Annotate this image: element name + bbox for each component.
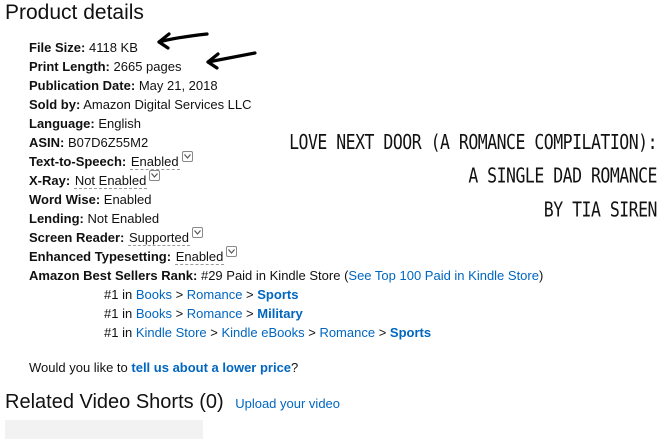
detail-label: Sold by:: [29, 97, 81, 112]
screen-reader-value[interactable]: Supported: [128, 230, 191, 246]
related-video-shorts: Related Video Shorts (0) Upload your vid…: [5, 391, 340, 414]
text-to-speech-value[interactable]: Enabled: [129, 154, 180, 170]
category-link-kindle-store[interactable]: Kindle Store: [136, 325, 207, 340]
detail-value: English: [98, 116, 141, 131]
detail-label: Screen Reader:: [29, 230, 125, 245]
rank-position: #1 in: [104, 306, 133, 321]
detail-value: Enabled: [103, 192, 152, 207]
detail-enhanced-typesetting: Enhanced Typesetting: Enabled: [29, 246, 543, 266]
detail-label: Word Wise:: [29, 192, 101, 207]
dropdown-chevron-icon[interactable]: [226, 246, 238, 257]
enhanced-typesetting-value[interactable]: Enabled: [174, 249, 225, 265]
rank-value: #29 Paid in Kindle Store (: [200, 268, 349, 283]
detail-label: ASIN:: [29, 135, 65, 150]
dropdown-chevron-icon[interactable]: [149, 170, 161, 181]
dropdown-chevron-icon[interactable]: [181, 151, 193, 162]
arrow-left-icon: [157, 32, 209, 50]
detail-label: Print Length:: [29, 59, 110, 74]
detail-label: Lending:: [29, 211, 84, 226]
category-link-sports[interactable]: Sports: [390, 325, 431, 340]
detail-file-size: File Size: 4118 KB: [29, 38, 543, 57]
detail-value: 4118 KB: [88, 40, 138, 55]
category-link-books[interactable]: Books: [136, 287, 172, 302]
detail-label: Language:: [29, 116, 95, 131]
lower-price-link[interactable]: tell us about a lower price: [131, 360, 291, 375]
lower-price-prefix: Would you like to: [29, 360, 128, 375]
x-ray-value[interactable]: Not Enabled: [73, 173, 148, 189]
arrow-left-icon: [206, 51, 257, 70]
category-link-romance[interactable]: Romance: [187, 306, 243, 321]
detail-label: Enhanced Typesetting:: [29, 249, 172, 264]
category-link-books[interactable]: Books: [136, 306, 172, 321]
video-strip-placeholder: [5, 420, 203, 439]
page-heading: Product details: [5, 1, 144, 24]
lower-price-suffix: ?: [291, 360, 299, 375]
category-link-romance[interactable]: Romance: [187, 287, 243, 302]
rank-position: #1 in: [104, 325, 133, 340]
rank-close-paren: ): [538, 268, 544, 283]
upload-video-link[interactable]: Upload your video: [235, 396, 340, 411]
see-top-100-link[interactable]: See Top 100 Paid in Kindle Store: [348, 268, 539, 283]
overlay-line-title: LOVE NEXT DOOR (A ROMANCE COMPILATION):: [289, 130, 657, 154]
detail-label: Publication Date:: [29, 78, 136, 93]
detail-best-sellers-rank: Amazon Best Sellers Rank: #29 Paid in Ki…: [29, 266, 543, 285]
dropdown-chevron-icon[interactable]: [192, 227, 204, 238]
detail-label: File Size:: [29, 40, 86, 55]
rank-sub-item: #1 in Kindle Store > Kindle eBooks > Rom…: [104, 325, 432, 340]
related-title: Related Video Shorts (0): [5, 391, 224, 413]
detail-label: Text-to-Speech:: [29, 154, 127, 169]
detail-screen-reader: Screen Reader: Supported: [29, 227, 543, 247]
book-title-overlay: LOVE NEXT DOOR (A ROMANCE COMPILATION): …: [289, 125, 657, 226]
detail-value: B07D6Z55M2: [68, 135, 149, 150]
detail-value: Amazon Digital Services LLC: [83, 97, 252, 112]
overlay-line-subtitle: A SINGLE DAD ROMANCE: [468, 163, 657, 188]
rank-sub-item: #1 in Books > Romance > Military: [104, 306, 303, 321]
detail-value: May 21, 2018: [138, 78, 218, 93]
detail-label: X-Ray:: [29, 173, 71, 188]
lower-price-prompt: Would you like to tell us about a lower …: [29, 360, 298, 375]
category-link-romance[interactable]: Romance: [319, 325, 375, 340]
detail-value: Not Enabled: [87, 211, 160, 226]
rank-sub-item: #1 in Books > Romance > Sports: [104, 287, 299, 302]
detail-label: Amazon Best Sellers Rank:: [29, 268, 198, 283]
overlay-line-author: BY TIA SIREN: [543, 197, 658, 222]
category-link-kindle-ebooks[interactable]: Kindle eBooks: [221, 325, 304, 340]
rank-position: #1 in: [104, 287, 133, 302]
category-link-military[interactable]: Military: [257, 306, 303, 321]
detail-value: 2665 pages: [113, 59, 182, 74]
detail-print-length: Print Length: 2665 pages: [29, 57, 543, 76]
detail-sold-by: Sold by: Amazon Digital Services LLC: [29, 95, 543, 114]
detail-publication-date: Publication Date: May 21, 2018: [29, 76, 543, 95]
category-link-sports[interactable]: Sports: [257, 287, 298, 302]
